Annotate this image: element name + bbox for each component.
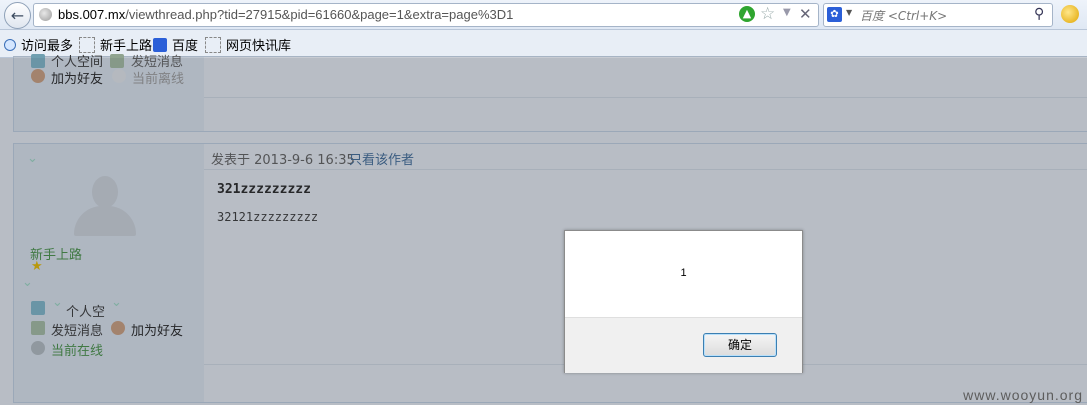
bookmark-label: 网页快讯库 [226,39,292,54]
baidu-icon[interactable]: ✿ [827,7,842,22]
modal-overlay [0,58,1087,405]
go-arrow-icon[interactable]: ▲ [739,6,755,22]
star-icon[interactable]: ☆ [760,4,775,24]
alert-message: 1 [680,267,687,279]
search-icon[interactable]: ⚲ [1034,6,1044,22]
url-host: bbs.007.mx [58,7,126,22]
ok-button[interactable]: 确定 [703,333,777,357]
baidu-paw-icon [153,37,167,52]
address-bar[interactable]: bbs.007.mx/viewthread.php?tid=27915&pid=… [33,3,819,27]
url-path: /viewthread.php?tid=27915&pid=61660&page… [125,7,514,22]
addon-icon[interactable] [1061,5,1079,23]
watermark: www.wooyun.org [963,387,1083,403]
alert-dialog: 1 确定 [564,230,803,373]
bookmark-webslice[interactable]: 网页快讯库 [205,35,291,54]
bookmark-page-icon [205,36,221,53]
dialog-footer: 确定 [565,317,802,373]
url-text[interactable]: bbs.007.mx/viewthread.php?tid=27915&pid=… [58,7,513,22]
browser-toolbar: ← bbs.007.mx/viewthread.php?tid=27915&pi… [0,0,1087,30]
engine-dropdown-icon[interactable]: ▼ [846,8,852,17]
back-arrow-icon[interactable]: ← [4,2,31,29]
search-box[interactable]: ✿ ▼ 百度 <Ctrl+K> ⚲ [823,3,1053,27]
globe-icon [39,8,52,21]
stop-icon[interactable]: ✕ [799,5,812,23]
search-placeholder[interactable]: 百度 <Ctrl+K> [860,7,947,24]
bookmark-search-icon [4,38,16,51]
chevron-down-icon[interactable]: ▼ [783,7,791,18]
